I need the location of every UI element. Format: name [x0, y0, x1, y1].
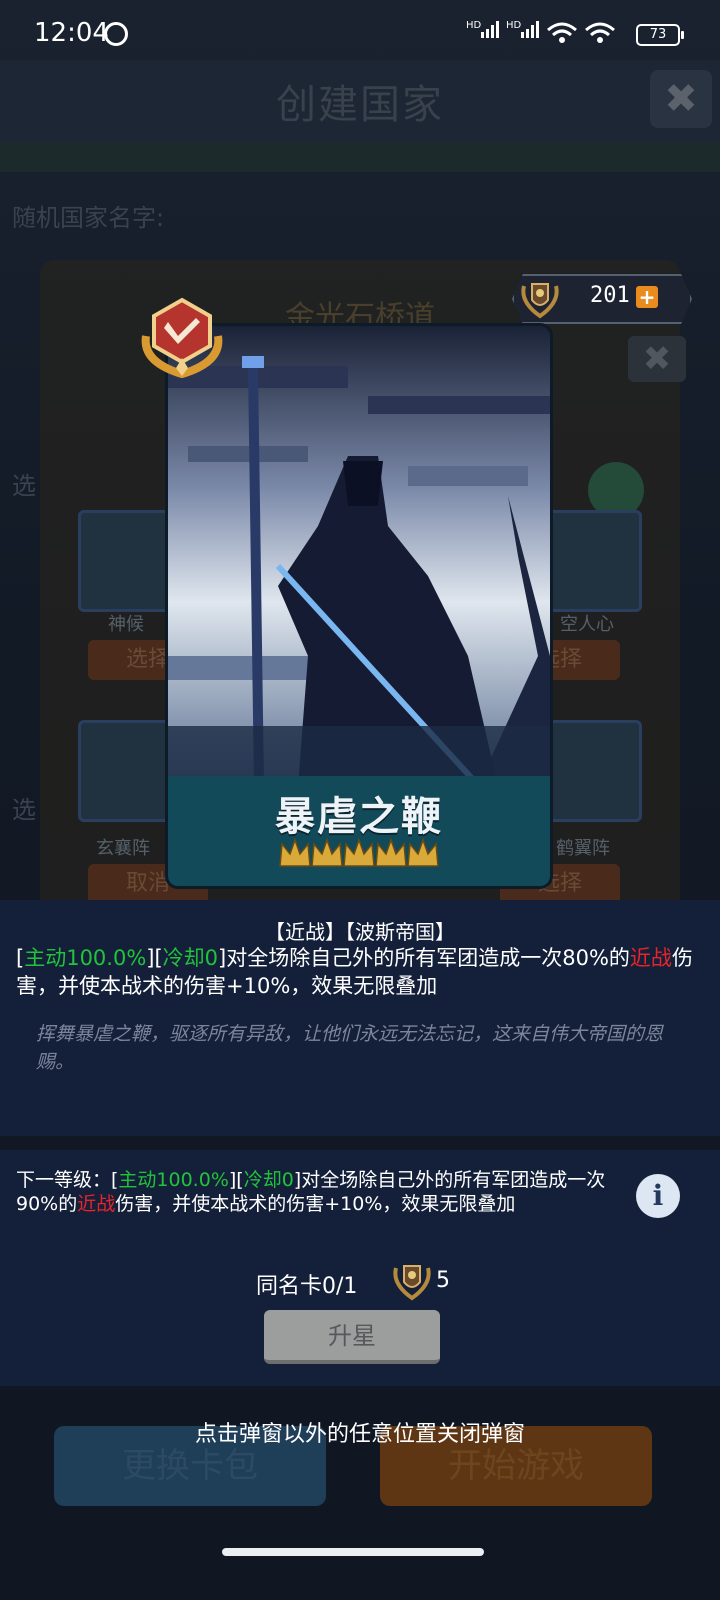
home-indicator[interactable]: [222, 1548, 484, 1556]
random-name-label: 随机国家名字:: [12, 204, 165, 232]
upgrade-cost: 5: [436, 1268, 450, 1293]
card-tags: 【近战】【波斯帝国】: [265, 920, 455, 944]
upgrade-star-button[interactable]: 升星: [264, 1310, 440, 1364]
clock: 12:04: [34, 18, 109, 48]
hotspot-icon: [585, 22, 615, 43]
close-button[interactable]: ✖: [650, 70, 712, 128]
side-label-2: 选: [12, 796, 36, 824]
sword-rank-badge-icon: [141, 297, 223, 378]
laurel-shield-icon: [393, 1265, 431, 1301]
currency-value: 201: [590, 283, 630, 308]
alarm-icon: [104, 22, 128, 46]
status-bar: 12:04 HD HD 73: [0, 0, 720, 60]
duplicate-card-count: 同名卡0/1: [256, 1274, 358, 1299]
info-icon[interactable]: i: [636, 1174, 680, 1218]
battery-icon: 73: [636, 24, 684, 46]
side-label-1: 选: [12, 472, 36, 500]
bg-card-3-name: 玄襄阵: [96, 838, 150, 859]
crown-icon: [311, 837, 343, 867]
bg-card-1[interactable]: [78, 510, 180, 612]
laurel-shield-icon: [521, 283, 559, 319]
crown-icon: [343, 837, 375, 867]
add-currency-button[interactable]: +: [636, 286, 658, 308]
card-name: 暴虐之鞭: [275, 794, 443, 840]
flavor-text: 挥舞暴虐之鞭，驱逐所有异敌，让他们永远无法忘记，这来自伟大帝国的恩赐。: [36, 1023, 664, 1073]
bg-card-1-name: 神候: [108, 614, 144, 635]
crown-icon: [375, 837, 407, 867]
page-title: 创建国家: [276, 82, 444, 128]
bg-card-3[interactable]: [78, 720, 180, 822]
scroll-close-button[interactable]: ✖: [628, 336, 686, 382]
bg-card-4-name: 鹤翼阵: [556, 838, 610, 859]
close-hint: 点击弹窗以外的任意位置关闭弹窗: [194, 1422, 525, 1447]
cooldown: 冷却0: [162, 946, 219, 970]
next-level-text: 下一等级：[主动100.0%][冷却0]对全场除自己外的所有军团造成一次90%的…: [16, 1169, 606, 1215]
crown-icon: [279, 837, 311, 867]
bg-card-2-name: 空人心: [560, 614, 614, 635]
melee-keyword: 近战: [629, 946, 672, 970]
crown-icon: [407, 837, 439, 867]
bg-card-2[interactable]: [540, 510, 642, 612]
signal-icon-2: HD: [506, 20, 545, 42]
active-rate: 主动100.0%: [24, 946, 147, 970]
header-strip: [0, 142, 720, 172]
effect-text: [主动100.0%][冷却0]对全场除自己外的所有军团造成一次80%的近战伤害，…: [16, 946, 693, 998]
card-artwork: [168, 326, 550, 786]
bg-card-4[interactable]: [540, 720, 642, 822]
wifi-icon: [547, 22, 577, 43]
skill-card: 暴虐之鞭: [168, 326, 550, 886]
signal-icon: HD: [466, 20, 505, 42]
star-rating: [279, 837, 439, 867]
